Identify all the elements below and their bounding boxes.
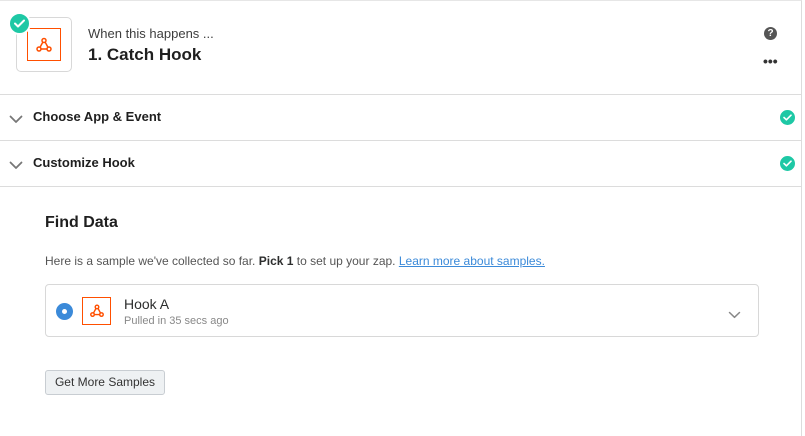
step-title: 1. Catch Hook xyxy=(88,45,202,64)
step-header[interactable]: When this happens ... 1. Catch Hook ? ••… xyxy=(0,1,802,95)
find-data-title: Find Data xyxy=(45,214,118,231)
description-text: to set up your zap. xyxy=(293,254,399,268)
learn-more-link[interactable]: Learn more about samples. xyxy=(399,254,545,268)
step-panel: When this happens ... 1. Catch Hook ? ••… xyxy=(0,0,802,436)
section-label: Choose App & Event xyxy=(33,109,162,124)
sample-radio[interactable] xyxy=(56,303,73,320)
description-text: Here is a sample we've collected so far. xyxy=(45,254,259,268)
step-subtitle: When this happens ... xyxy=(88,26,214,41)
check-circle-icon xyxy=(780,156,795,171)
section-choose-app-event[interactable]: Choose App & Event xyxy=(0,95,802,141)
chevron-down-icon[interactable] xyxy=(728,306,741,324)
find-data-description: Here is a sample we've collected so far.… xyxy=(45,254,545,268)
chevron-down-icon xyxy=(9,157,23,175)
webhook-icon xyxy=(82,297,111,325)
get-more-samples-button[interactable]: Get More Samples xyxy=(45,370,165,395)
question-circle-icon[interactable]: ? xyxy=(764,27,777,40)
check-circle-icon xyxy=(8,12,31,35)
sample-item[interactable]: Hook A Pulled in 35 secs ago xyxy=(45,284,759,337)
description-emphasis: Pick 1 xyxy=(258,254,294,268)
webhook-icon xyxy=(27,28,61,61)
sample-name: Hook A xyxy=(124,296,170,312)
check-circle-icon xyxy=(780,110,795,125)
section-label: Customize Hook xyxy=(33,155,135,170)
sample-pulled-time: Pulled in 35 secs ago xyxy=(124,315,229,327)
section-customize-hook[interactable]: Customize Hook xyxy=(0,141,802,187)
ellipsis-icon[interactable]: ••• xyxy=(763,54,778,68)
chevron-down-icon xyxy=(9,111,23,129)
